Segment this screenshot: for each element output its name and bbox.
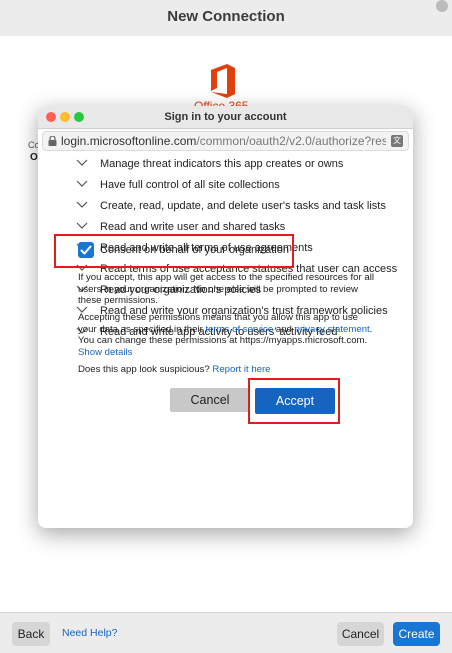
permissions-text-2: and (273, 323, 295, 335)
chevron-down-icon (76, 222, 88, 229)
cancel-button[interactable]: Cancel (337, 622, 384, 646)
address-bar[interactable]: login.microsoftonline.com/common/oauth2/… (42, 131, 409, 151)
window-title: New Connection (0, 0, 452, 36)
dialog-titlebar: Sign in to your account (38, 106, 413, 129)
create-button[interactable]: Create (393, 622, 440, 646)
permission-label: Create, read, update, and delete user's … (100, 200, 386, 212)
lock-icon (48, 136, 57, 146)
permission-label: Manage threat indicators this app create… (100, 158, 344, 170)
chevron-down-icon (76, 201, 88, 208)
chevron-down-icon (76, 180, 88, 187)
accept-button[interactable]: Accept (255, 388, 335, 414)
terms-of-service-link[interactable]: terms of service (205, 324, 273, 335)
suspicious-prompt: Does this app look suspicious? Report it… (78, 364, 378, 376)
window-corner-indicator (436, 0, 448, 12)
chevron-down-icon (76, 159, 88, 166)
consent-label: Consent on behalf of your organization (100, 244, 289, 256)
background-value-fragment: O (30, 152, 38, 163)
url-host: login.microsoftonline.com (61, 134, 197, 148)
permissions-explanation: Accepting these permissions means that y… (78, 312, 378, 358)
permission-label: Have full control of all site collection… (100, 179, 280, 191)
consent-explanation: If you accept, this app will get access … (78, 272, 374, 306)
privacy-statement-link[interactable]: privacy statement (295, 324, 370, 335)
dialog-cancel-button[interactable]: Cancel (170, 388, 250, 412)
consent-checkbox[interactable] (78, 242, 94, 258)
translate-icon[interactable]: 文 (391, 135, 403, 147)
url-text: login.microsoftonline.com/common/oauth2/… (61, 133, 386, 150)
dialog-title: Sign in to your account (164, 111, 287, 123)
show-details-link[interactable]: Show details (78, 347, 132, 358)
need-help-link[interactable]: Need Help? (62, 627, 117, 639)
back-button[interactable]: Back (12, 622, 50, 646)
url-path: /common/oauth2/v2.0/authorize?resp... (196, 134, 386, 148)
checkmark-icon (80, 245, 92, 255)
report-link[interactable]: Report it here (212, 364, 270, 375)
suspicious-text: Does this app look suspicious? (78, 364, 213, 375)
office-logo-icon (211, 64, 235, 98)
